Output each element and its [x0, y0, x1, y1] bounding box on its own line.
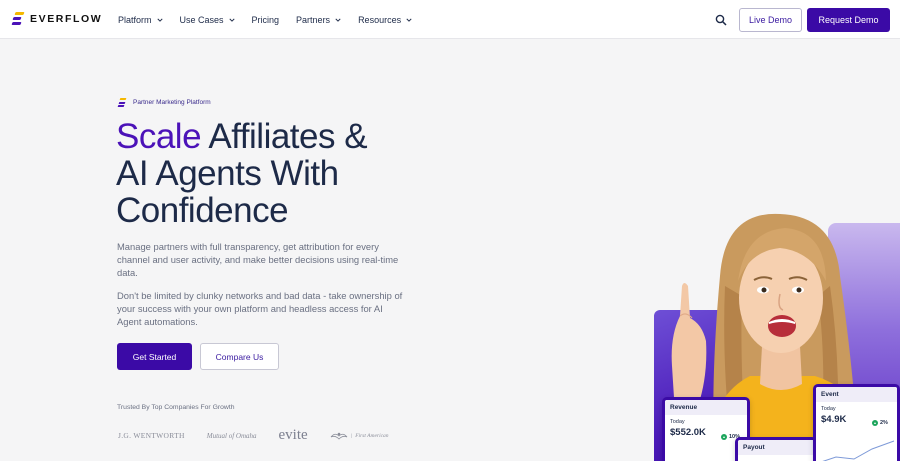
card-period: Today: [670, 419, 685, 425]
change-badge: 2%: [872, 420, 888, 426]
main-nav: Platform Use Cases Pricing Partners Reso…: [118, 0, 429, 39]
change-value: 2%: [880, 420, 888, 426]
nav-label: Platform: [118, 14, 152, 25]
request-demo-button[interactable]: Request Demo: [807, 8, 890, 32]
nav-item-resources[interactable]: Resources: [358, 15, 412, 25]
chevron-down-icon: [335, 18, 341, 22]
card-period: Today: [821, 406, 836, 412]
first-american-logo: | First American: [330, 430, 389, 442]
nav-label: Resources: [358, 14, 402, 25]
nav-label: Pricing: [251, 14, 280, 25]
mutual-of-omaha-logo: Mutual of Omaha: [206, 431, 257, 440]
hero-description-secondary: Don't be limited by clunky networks and …: [117, 290, 403, 327]
trusted-label: Trusted By Top Companies For Growth: [117, 404, 235, 411]
headline-line1: Affiliates &: [201, 117, 368, 156]
headline-line3: Confidence: [116, 191, 289, 230]
eyebrow-text: Partner Marketing Platform: [133, 99, 211, 106]
card-title: Payout: [738, 440, 814, 455]
nav-item-platform[interactable]: Platform: [118, 15, 163, 25]
nav-item-partners[interactable]: Partners: [296, 15, 341, 25]
jg-wentworth-logo: J.G. WENTWORTH: [118, 431, 185, 440]
everflow-logo[interactable]: EVERFLOW: [11, 12, 103, 25]
eyebrow: Partner Marketing Platform: [117, 98, 211, 107]
search-icon[interactable]: [715, 14, 727, 26]
first-american-text: First American: [355, 432, 389, 439]
top-navbar: EVERFLOW Platform Use Cases Pricing Part…: [0, 0, 900, 39]
evite-logo: evite: [278, 427, 308, 443]
card-title: Revenue: [665, 400, 747, 415]
sparkline-icon: [822, 440, 895, 461]
brand-name: EVERFLOW: [30, 12, 103, 25]
card-title: Event: [816, 387, 897, 402]
headline-accent: Scale: [116, 117, 202, 156]
everflow-mark-icon: [117, 98, 127, 107]
compare-us-button[interactable]: Compare Us: [200, 343, 279, 370]
event-card: Event Today $4.9K 2%: [813, 384, 900, 461]
everflow-logo-icon: [11, 12, 25, 25]
chevron-down-icon: [156, 18, 163, 22]
headline-line2: AI Agents With: [116, 154, 339, 193]
eagle-icon: [330, 432, 347, 440]
nav-label: Use Cases: [179, 14, 224, 25]
live-demo-button[interactable]: Live Demo: [739, 8, 802, 32]
chevron-down-icon: [228, 18, 235, 22]
nav-label: Partners: [296, 14, 331, 25]
payout-card: Payout: [735, 437, 817, 461]
hero-description: Manage partners with full transparency, …: [117, 241, 399, 278]
customer-logos: J.G. WENTWORTH Mutual of Omaha evite | F…: [118, 427, 411, 444]
arrow-up-icon: [721, 434, 727, 440]
chevron-down-icon: [406, 18, 412, 22]
arrow-up-icon: [872, 420, 878, 426]
hero-headline: Scale Affiliates & AI Agents With Confid…: [116, 118, 446, 229]
get-started-button[interactable]: Get Started: [117, 343, 192, 370]
nav-item-pricing[interactable]: Pricing: [252, 15, 280, 25]
nav-item-use-cases[interactable]: Use Cases: [180, 15, 235, 25]
